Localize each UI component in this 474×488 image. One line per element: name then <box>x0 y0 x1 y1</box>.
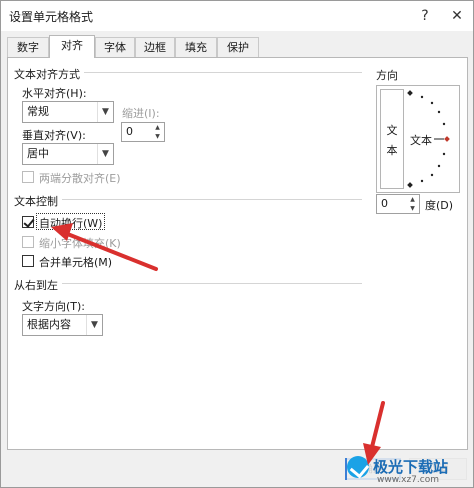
format-cells-dialog: 设置单元格格式 ? ✕ 数字 对齐 字体 边框 填充 保护 文本对齐方式 水平对… <box>0 0 474 488</box>
tab-alignment[interactable]: 对齐 <box>49 35 95 58</box>
annotation-arrows <box>51 223 385 465</box>
annotation-arrow-icon <box>363 401 385 465</box>
annotation-arrow-icon <box>51 223 158 271</box>
